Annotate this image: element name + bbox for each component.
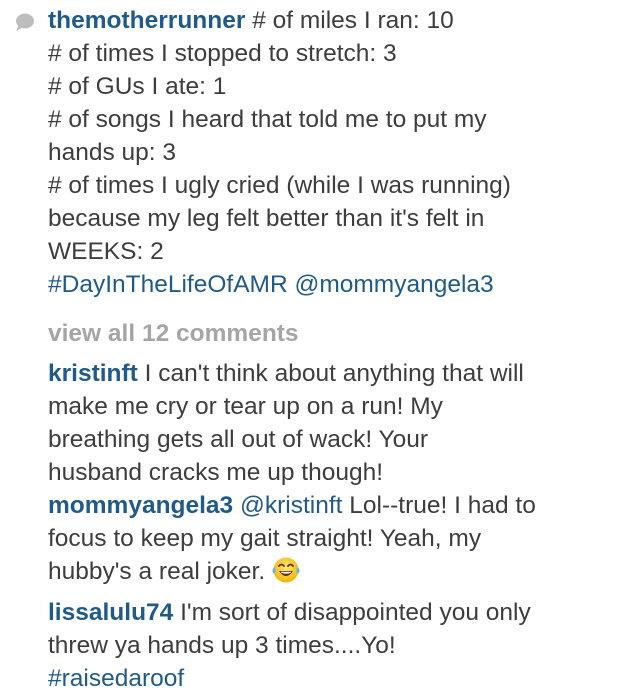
comment-hashtag-link[interactable]: #raisedaroof <box>48 665 184 692</box>
comment-line: make me cry or tear up on a run! My <box>48 393 443 420</box>
caption-hashtag-link[interactable]: #DayInTheLifeOfAMR <box>48 271 288 298</box>
caption-line-6: # of times I ugly cried (while I was run… <box>48 172 511 199</box>
caption-username[interactable]: themotherrunner <box>48 7 245 34</box>
comment-line: husband cracks me up though! <box>48 459 384 486</box>
post-caption: themotherrunner # of miles I ran: 10 # o… <box>48 4 633 301</box>
caption-mention-link[interactable]: @mommyangela3 <box>294 271 493 298</box>
comment-line: breathing gets all out of wack! Your <box>48 426 429 453</box>
caption-line-1: themotherrunner # of miles I ran: 10 <box>48 4 633 37</box>
comment-item: kristinft I can't think about anything t… <box>48 357 633 489</box>
caption-line-7: because my leg felt better than it's fel… <box>48 205 485 232</box>
comment-line: threw ya hands up 3 times....Yo! <box>48 632 396 659</box>
comment-line: focus to keep my gait straight! Yeah, my <box>48 525 482 552</box>
view-all-comments-link[interactable]: view all 12 comments <box>48 317 299 350</box>
comment-username[interactable]: mommyangela3 <box>48 492 233 519</box>
comment-line: kristinft I can't think about anything t… <box>48 357 633 390</box>
comment-username[interactable]: lissalulu74 <box>48 599 173 626</box>
laughing-tears-emoji-icon <box>272 557 300 583</box>
comment-text: Lol--true! I had to <box>342 492 536 519</box>
caption-line-3: # of GUs I ate: 1 <box>48 73 227 100</box>
caption-tags-line: #DayInTheLifeOfAMR @mommyangela3 <box>48 268 633 301</box>
caption-line-5: hands up: 3 <box>48 139 177 166</box>
comment-text: I can't think about anything that will <box>137 360 524 387</box>
comment-line: lissalulu74 I'm sort of disappointed you… <box>48 596 633 629</box>
caption-line-4: # of songs I heard that told me to put m… <box>48 106 487 133</box>
comment-item: lissalulu74 I'm sort of disappointed you… <box>48 596 633 695</box>
comment-item: mommyangela3 @kristinft Lol--true! I had… <box>48 489 633 588</box>
speech-bubble-icon <box>16 13 34 31</box>
caption-line-8: WEEKS: 2 <box>48 238 164 265</box>
comment-username[interactable]: kristinft <box>48 360 138 387</box>
comment-hashtag-line: #raisedaroof <box>48 662 633 695</box>
comment-mention-link[interactable]: @kristinft <box>240 492 342 519</box>
comment-text: hubby's a real joker. <box>48 558 266 585</box>
caption-line-2: # of times I stopped to stretch: 3 <box>48 40 397 67</box>
comment-line: mommyangela3 @kristinft Lol--true! I had… <box>48 489 633 522</box>
caption-text: # of miles I ran: 10 <box>245 7 454 34</box>
comment-text: I'm sort of disappointed you only <box>173 599 531 626</box>
comment-line: hubby's a real joker. <box>48 555 633 588</box>
